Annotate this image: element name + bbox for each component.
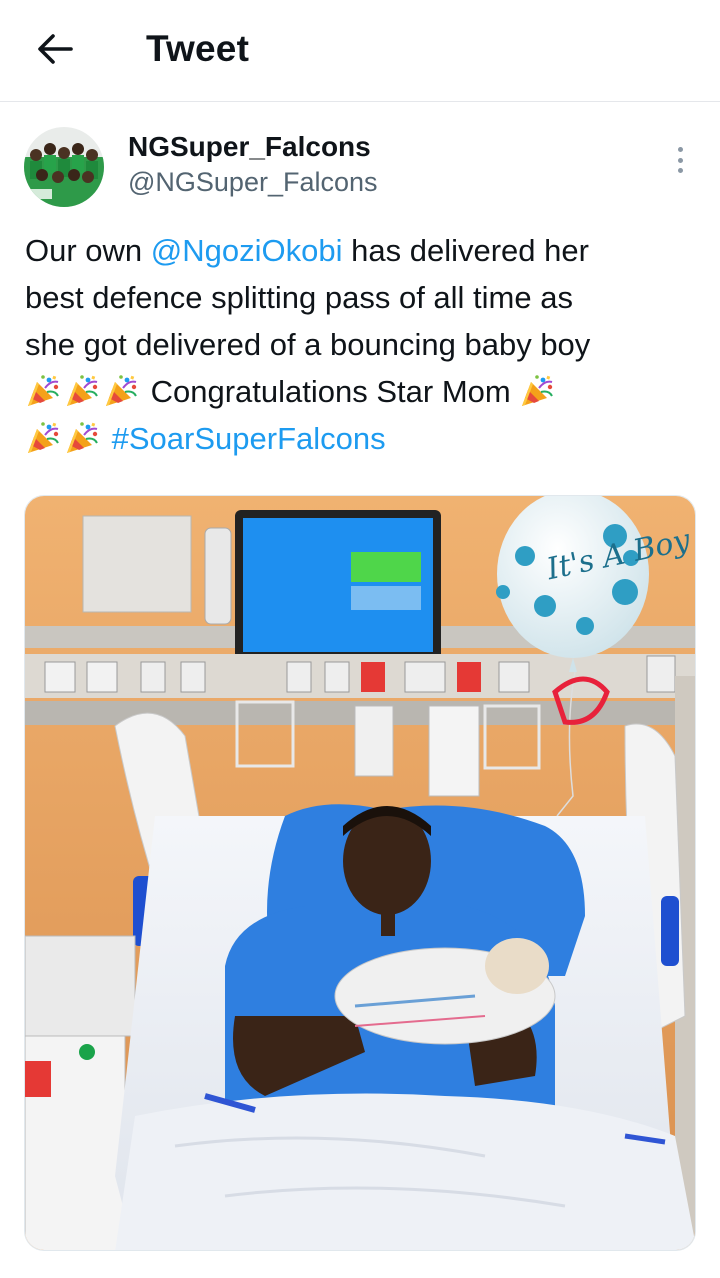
back-button[interactable] — [30, 26, 80, 72]
text-segment: has delivered her — [342, 233, 589, 268]
tweet-text: Our own @NgoziOkobi has delivered her be… — [25, 227, 705, 462]
tweet-line: Our own @NgoziOkobi has delivered her — [25, 227, 705, 274]
dot-icon — [677, 147, 683, 152]
party-popper-icon — [519, 374, 555, 408]
avatar[interactable] — [24, 127, 104, 207]
party-popper-icon — [25, 421, 61, 455]
party-popper-icon — [103, 374, 139, 408]
dot-icon — [677, 168, 683, 173]
party-popper-icon — [25, 374, 61, 408]
tweet-line: Congratulations Star Mom — [25, 368, 705, 415]
hashtag-link[interactable]: #SoarSuperFalcons — [112, 421, 386, 456]
top-bar: Tweet — [0, 0, 720, 102]
display-name[interactable]: NGSuper_Falcons — [128, 131, 371, 163]
tweet-line: #SoarSuperFalcons — [25, 415, 705, 462]
page-title: Tweet — [146, 28, 250, 69]
tweet[interactable]: NGSuper_Falcons @NGSuper_Falcons Our own… — [0, 103, 720, 1278]
mention-link[interactable]: @NgoziOkobi — [151, 233, 343, 268]
hospital-photo: It's A Boy — [25, 496, 695, 1250]
tweet-line: best defence splitting pass of all time … — [25, 280, 573, 315]
more-options-button[interactable] — [668, 143, 692, 177]
tweet-line: she got delivered of a bouncing baby boy — [25, 327, 591, 362]
tweet-photo[interactable]: It's A Boy — [24, 495, 696, 1251]
dot-icon — [677, 157, 683, 163]
party-popper-icon — [64, 374, 100, 408]
text-segment: Congratulations Star Mom — [150, 374, 511, 409]
user-handle[interactable]: @NGSuper_Falcons — [128, 167, 378, 198]
arrow-left-icon — [38, 34, 73, 64]
party-popper-icon — [64, 421, 100, 455]
text-segment: Our own — [25, 233, 151, 268]
